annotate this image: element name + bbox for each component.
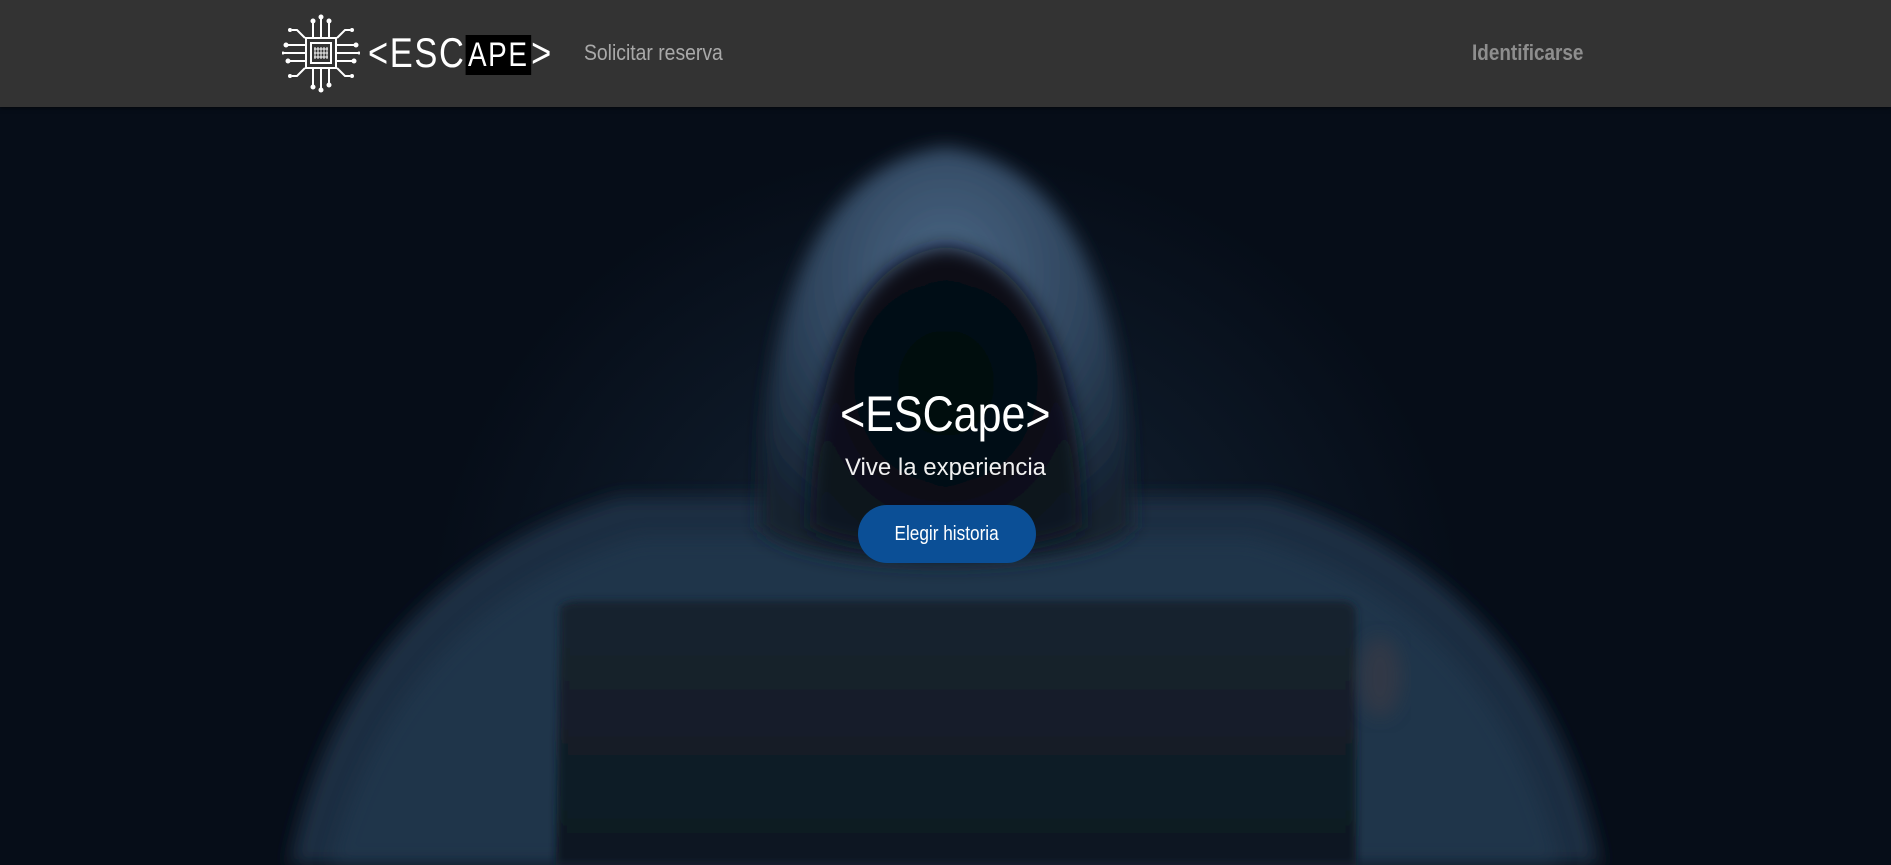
login-link[interactable]: Identificarse [1472, 40, 1583, 66]
choose-story-label: Elegir historia [894, 522, 1000, 545]
circuit-chip-icon [282, 14, 360, 93]
hero-section: <ESCape> Vive la experiencia Elegir hist… [0, 107, 1891, 865]
logo-prefix: <ESC [368, 29, 466, 76]
hero-title-text: <ESCape> [840, 386, 1051, 442]
logo-highlight: APE [465, 35, 532, 75]
logo-suffix: > [531, 29, 553, 76]
choose-story-button[interactable]: Elegir historia [858, 505, 1036, 563]
top-navbar: <ESC APE > Solicitar reserva Identificarse [0, 0, 1891, 107]
hero-subtitle: Vive la experiencia [844, 454, 1046, 481]
logo-wordmark: <ESC APE > [368, 29, 553, 77]
nav-request-reservation[interactable]: Solicitar reserva [584, 40, 723, 66]
hero-content: <ESCape> Vive la experiencia Elegir hist… [0, 107, 1891, 865]
site-logo[interactable]: <ESC APE > [282, 12, 593, 94]
hero-title: <ESCape> [0, 385, 1891, 443]
